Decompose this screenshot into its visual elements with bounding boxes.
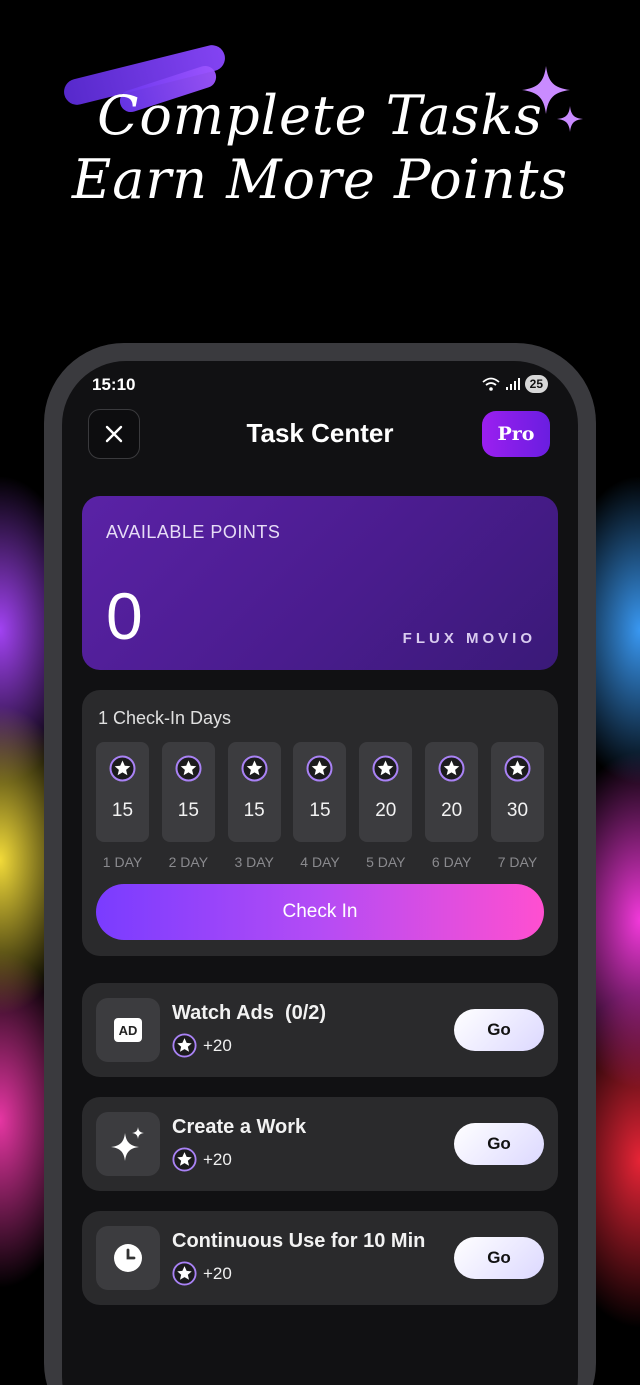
go-button[interactable]: Go xyxy=(454,1009,544,1051)
svg-text:AD: AD xyxy=(119,1023,138,1038)
checkin-day: 20 5 DAY xyxy=(359,742,413,870)
task-name: Create a Work xyxy=(172,1116,307,1138)
day-label: 6 DAY xyxy=(431,854,472,870)
task-icon-box xyxy=(96,1112,160,1176)
day-label: 7 DAY xyxy=(497,854,538,870)
brand-logo: FLUX MOVIO xyxy=(402,630,536,647)
task-icon-box: AD xyxy=(96,998,160,1062)
task-row-watch-ads: AD Watch Ads (0/2) +20 Go xyxy=(82,983,558,1077)
star-coin-icon xyxy=(372,755,399,782)
reward-points: +20 xyxy=(203,1149,232,1169)
checkin-days: 15 1 DAY 15 2 DAY 15 3 DAY 15 4 DAY 20 5… xyxy=(96,742,544,870)
check-in-button[interactable]: Check In xyxy=(96,884,544,940)
day-box: 15 xyxy=(227,742,281,842)
checkin-card: 1 Check-In Days 15 1 DAY 15 2 DAY 15 3 D… xyxy=(82,690,558,956)
phone-screen: 15:10 25 Task Center Pro AVAILABLE POINT… xyxy=(62,361,578,1385)
day-label: 2 DAY xyxy=(168,854,209,870)
checkin-day: 15 3 DAY xyxy=(227,742,281,870)
promo-line-2: Earn More Points xyxy=(71,148,569,211)
star-coin-icon xyxy=(306,755,333,782)
battery-indicator: 25 xyxy=(524,375,548,393)
go-button[interactable]: Go xyxy=(454,1237,544,1279)
sparkle-icon xyxy=(111,1127,144,1161)
points-card: AVAILABLE POINTS 0 FLUX MOVIO xyxy=(82,496,558,670)
day-label: 1 DAY xyxy=(102,854,143,870)
task-name: Watch Ads (0/2) xyxy=(172,1002,327,1024)
task-reward: +20 xyxy=(172,1261,232,1286)
reward-points: +20 xyxy=(203,1035,232,1055)
star-coin-icon xyxy=(172,1261,197,1286)
star-coin-icon xyxy=(172,1147,197,1172)
day-box: 30 xyxy=(490,742,544,842)
pro-button[interactable]: Pro xyxy=(482,411,550,457)
day-points: 20 xyxy=(375,800,397,821)
day-label: 3 DAY xyxy=(234,854,274,870)
day-points: 15 xyxy=(309,800,331,821)
star-coin-icon xyxy=(241,755,268,782)
go-button[interactable]: Go xyxy=(454,1123,544,1165)
day-points: 30 xyxy=(506,800,529,821)
day-box: 15 xyxy=(96,742,149,842)
day-box: 20 xyxy=(425,742,479,842)
day-label: 5 DAY xyxy=(366,854,406,870)
points-value: 0 xyxy=(106,579,143,653)
star-coin-icon xyxy=(109,755,136,782)
day-box: 20 xyxy=(359,742,413,842)
wifi-icon xyxy=(482,377,500,391)
task-row-create-work: Create a Work +20 Go xyxy=(82,1097,558,1191)
task-icon-box xyxy=(96,1226,160,1290)
checkin-day: 20 6 DAY xyxy=(425,742,479,870)
status-bar: 15:10 25 xyxy=(92,375,548,397)
task-row-continuous-use: Continuous Use for 10 Min +20 Go xyxy=(82,1211,558,1305)
star-coin-icon xyxy=(172,1033,197,1058)
status-icons: 25 xyxy=(481,375,548,393)
task-name: Continuous Use for 10 Min xyxy=(172,1230,426,1252)
checkin-title: 1 Check-In Days xyxy=(98,708,232,728)
status-time: 15:10 xyxy=(92,375,136,394)
ad-icon: AD xyxy=(114,1018,142,1042)
star-coin-icon xyxy=(438,755,465,782)
checkin-day: 15 2 DAY xyxy=(161,742,215,870)
task-reward: +20 xyxy=(172,1147,232,1172)
sparkle-icon xyxy=(522,66,583,132)
day-box: 15 xyxy=(293,742,347,842)
checkin-day: 15 1 DAY xyxy=(96,742,149,870)
signal-icon xyxy=(505,378,520,390)
day-points: 20 xyxy=(441,800,463,821)
day-points: 15 xyxy=(177,800,199,821)
day-points: 15 xyxy=(111,800,134,821)
day-box: 15 xyxy=(161,742,215,842)
day-points: 15 xyxy=(243,800,265,821)
points-label: AVAILABLE POINTS xyxy=(106,522,281,542)
reward-points: +20 xyxy=(203,1263,232,1283)
star-coin-icon xyxy=(175,755,202,782)
day-label: 4 DAY xyxy=(300,854,340,870)
checkin-day: 15 4 DAY xyxy=(293,742,347,870)
task-reward: +20 xyxy=(172,1033,232,1058)
clock-icon xyxy=(114,1244,142,1272)
star-coin-icon xyxy=(504,755,531,782)
checkin-day: 30 7 DAY xyxy=(490,742,544,870)
